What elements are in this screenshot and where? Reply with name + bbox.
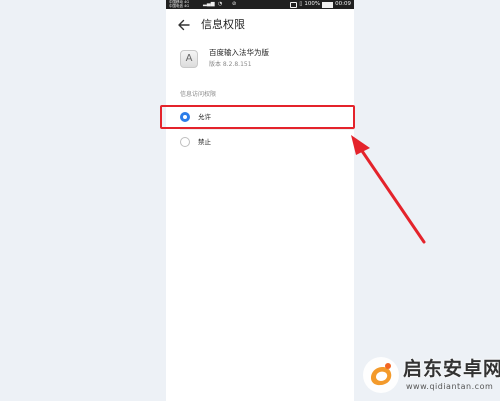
- background-right: [354, 0, 500, 401]
- do-not-disturb-icon: ⊘: [232, 1, 237, 7]
- radio-unselected-icon[interactable]: [180, 137, 190, 147]
- battery-icon: [322, 1, 334, 8]
- option-deny[interactable]: 禁止: [166, 130, 354, 154]
- app-name: 百度输入法华为版: [209, 48, 269, 57]
- phone-screen: 中国移动 4G 中国电信 4G ▂▄▆ ◔ ⊘ ▯ 100% 00:09 信息权…: [166, 0, 354, 401]
- battery-percent: 100%: [304, 1, 321, 7]
- option-deny-label: 禁止: [198, 138, 211, 146]
- arrow-left-icon[interactable]: [177, 18, 191, 32]
- page-header: 信息权限: [166, 9, 354, 41]
- app-icon: A: [180, 50, 198, 68]
- screenshot-stage: 中国移动 4G 中国电信 4G ▂▄▆ ◔ ⊘ ▯ 100% 00:09 信息权…: [0, 0, 500, 401]
- option-allow[interactable]: 允许: [166, 105, 354, 129]
- signal-icon: ▂▄▆: [203, 1, 215, 7]
- page-title: 信息权限: [201, 18, 245, 31]
- radio-selected-icon[interactable]: [180, 112, 190, 122]
- nfc-icon: [290, 1, 298, 8]
- status-bar: 中国移动 4G 中国电信 4G ▂▄▆ ◔ ⊘ ▯ 100% 00:09: [166, 0, 354, 9]
- status-right: ▯ 100% 00:09: [290, 1, 351, 8]
- status-time: 00:09: [335, 1, 351, 7]
- background-left: [0, 0, 166, 401]
- app-version: 版本 8.2.8.151: [209, 61, 252, 68]
- vibrate-icon: ▯: [299, 1, 303, 7]
- option-allow-label: 允许: [198, 113, 211, 121]
- wifi-icon: ◔: [218, 1, 223, 7]
- section-label: 信息访问权限: [180, 91, 217, 98]
